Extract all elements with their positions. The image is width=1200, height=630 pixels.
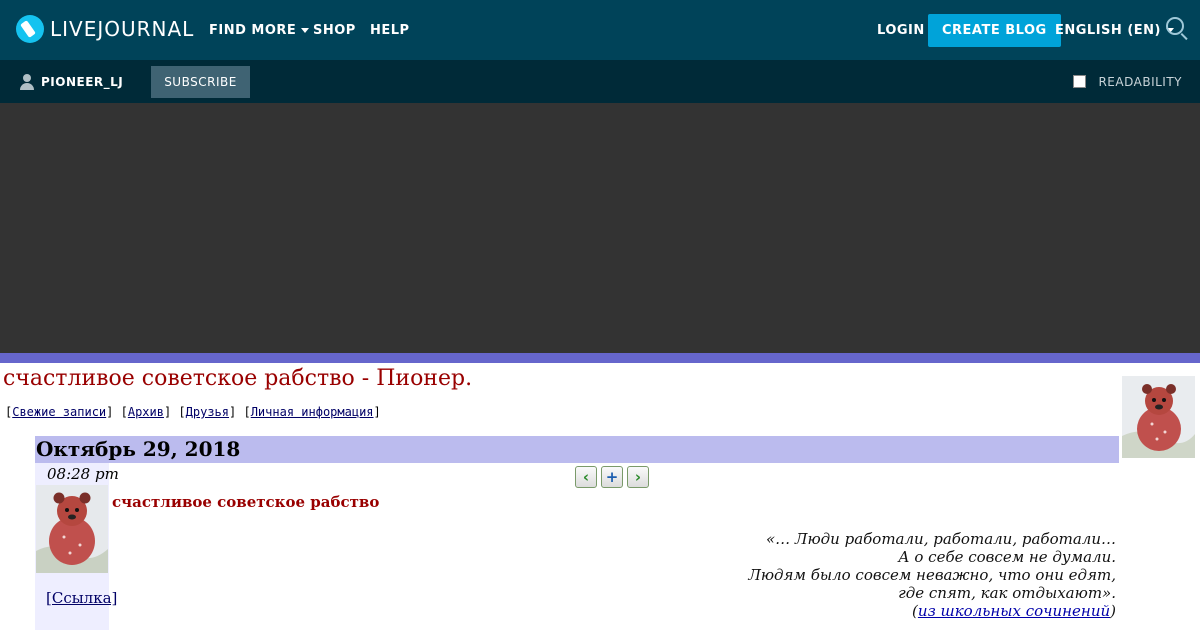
language-label: ENGLISH (EN) (1055, 22, 1161, 38)
entry-quote: «… Люди работали, работали, работали… А … (748, 530, 1116, 620)
readability-label: READABILITY (1098, 74, 1182, 89)
next-entry-icon[interactable]: › (627, 466, 649, 488)
language-selector[interactable]: ENGLISH (EN) (1055, 0, 1174, 60)
login-label: LOGIN (877, 22, 925, 38)
entry-userpic (36, 485, 108, 573)
shop-label: SHOP (313, 22, 356, 38)
entry-permalink[interactable]: [Ссылка] (46, 589, 117, 607)
quote-line: где спят, как отдыхают». (898, 584, 1116, 602)
nav-find-more[interactable]: FIND MORE (209, 0, 310, 60)
journal-avatar[interactable] (1122, 376, 1195, 458)
ad-banner-area (0, 103, 1200, 353)
login-link[interactable]: LOGIN (877, 0, 925, 60)
journal-title: счастливое советское рабство - Пионер. (3, 366, 473, 391)
livejournal-logo[interactable]: LIVEJOURNAL (16, 15, 194, 43)
journal-nav: [Свежие записи] [Архив] [Друзья] [Личная… (5, 405, 381, 419)
previous-entry-icon[interactable]: ‹ (575, 466, 597, 488)
entry-date: Октябрь 29, 2018 (35, 436, 1119, 463)
nav-shop[interactable]: SHOP (313, 0, 356, 60)
quote-line: «… Люди работали, работали, работали… (765, 530, 1116, 548)
permalink-label[interactable]: [Ссылка] (46, 589, 117, 607)
quote-line: А о себе совсем не думали. (898, 548, 1116, 566)
top-navigation-bar: LIVEJOURNAL FIND MORE SHOP HELP LOGIN CR… (0, 0, 1200, 60)
find-more-label: FIND MORE (209, 22, 297, 38)
username: PIONEER_LJ (41, 74, 124, 89)
entry-actions: ‹ + › (575, 466, 649, 488)
help-label: HELP (370, 22, 410, 38)
readability-toggle[interactable]: READABILITY (1073, 60, 1182, 103)
nav-profile[interactable]: Личная информация (251, 405, 374, 419)
livejournal-logo-icon (16, 15, 44, 43)
nav-archive[interactable]: Архив (128, 405, 164, 419)
journal-user-bar: PIONEER_LJ SUBSCRIBE READABILITY (0, 60, 1200, 103)
readability-checkbox[interactable] (1073, 75, 1087, 88)
user-icon (20, 73, 34, 90)
quote-source-link[interactable]: из школьных сочинений (918, 602, 1110, 620)
nav-friends[interactable]: Друзья (186, 405, 229, 419)
nav-help[interactable]: HELP (370, 0, 410, 60)
add-memory-icon[interactable]: + (601, 466, 623, 488)
nav-recent-entries[interactable]: Свежие записи (12, 405, 106, 419)
subscribe-button[interactable]: SUBSCRIBE (151, 66, 250, 98)
chevron-down-icon (301, 27, 310, 33)
search-icon[interactable] (1166, 17, 1184, 35)
user-link[interactable]: PIONEER_LJ (20, 60, 123, 103)
quote-source: (из школьных сочинений) (748, 602, 1116, 620)
quote-source-close: ) (1110, 602, 1116, 620)
logo-text: LIVEJOURNAL (50, 17, 195, 41)
accent-stripe (0, 353, 1200, 363)
entry-time: 08:28 pm (47, 465, 119, 483)
create-blog-button[interactable]: CREATE BLOG (928, 0, 1061, 60)
entry-subject: счастливое советское рабство (112, 493, 380, 511)
create-blog-label: CREATE BLOG (928, 13, 1061, 47)
quote-line: Людям было совсем неважно, что они едят, (748, 566, 1116, 584)
